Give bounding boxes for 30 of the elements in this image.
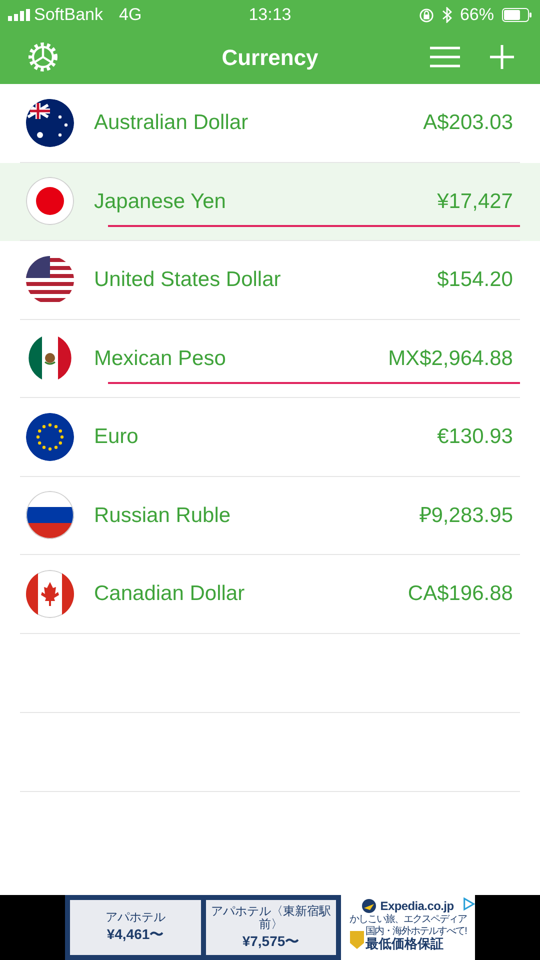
currency-name: Canadian Dollar	[94, 581, 245, 607]
currency-name: Australian Dollar	[94, 110, 248, 136]
currency-row[interactable]: Japanese Yen ¥17,427	[0, 162, 540, 241]
hotel-name: アパホテル	[104, 911, 166, 924]
currency-amount: $154.20	[437, 267, 513, 293]
hotel-price: ¥4,461〜	[106, 926, 164, 944]
battery-percent: 66%	[460, 4, 494, 26]
currency-name: Mexican Peso	[94, 346, 226, 372]
currency-amount: MX$2,964.88	[388, 346, 513, 372]
currency-amount: CA$196.88	[408, 581, 513, 607]
ad-tagline: かしこい旅、エクスペディア	[350, 915, 466, 925]
hotel-name: アパホテル〈東新宿駅前〉	[210, 904, 332, 931]
currency-amount: ₽9,283.95	[419, 502, 513, 528]
currency-name: Japanese Yen	[94, 188, 226, 214]
ad-brand: Expedia.co.jp	[380, 898, 454, 914]
screen-title: Currency	[220, 44, 320, 72]
ad-offer-card[interactable]: アパホテル〈東新宿駅前〉 ¥7,575〜	[206, 900, 336, 955]
currency-name: Russian Ruble	[94, 502, 231, 528]
currency-amount: ¥17,427	[437, 188, 513, 214]
currency-name: United States Dollar	[94, 267, 281, 293]
network-type: 4G	[119, 4, 142, 26]
carrier-name: SoftBank	[34, 4, 103, 26]
currency-amount: A$203.03	[423, 110, 513, 136]
currency-name: Euro	[94, 424, 138, 450]
ad-promo-line: 国内・海外ホテルすべて!	[366, 927, 466, 937]
clock: 13:13	[248, 5, 292, 24]
currency-amount: €130.93	[437, 424, 513, 450]
hotel-price: ¥7,575〜	[242, 932, 300, 950]
ad-promo: 最低価格保証	[366, 937, 445, 950]
ad-offer-card[interactable]: アパホテル ¥4,461〜	[70, 900, 200, 955]
